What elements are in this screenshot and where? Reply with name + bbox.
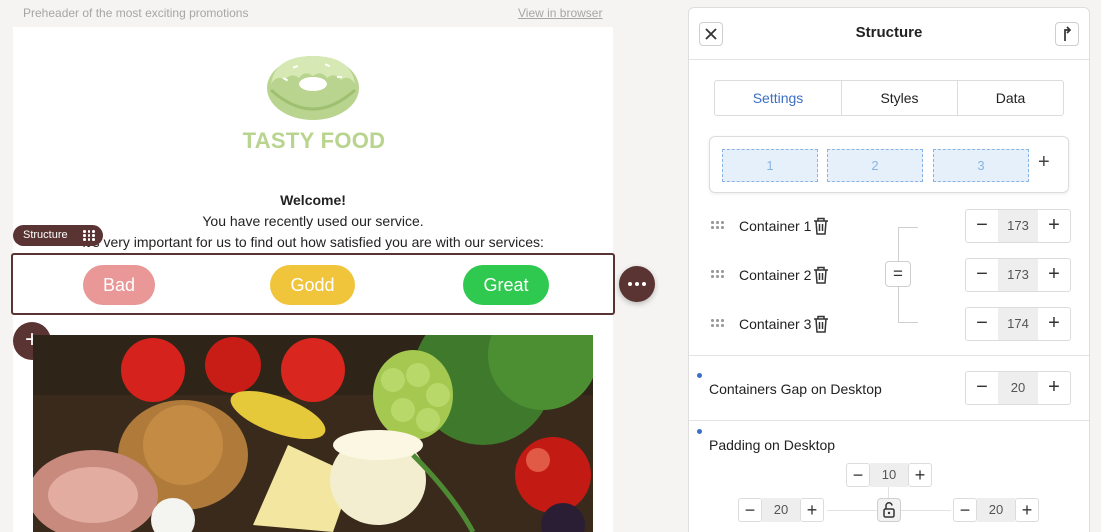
preheader-text: Preheader of the most exciting promotion… [23, 6, 249, 20]
padding-right-stepper: − 20 + [953, 498, 1039, 522]
select-parent-button[interactable] [1055, 22, 1079, 46]
tab-styles[interactable]: Styles [842, 81, 958, 115]
body-text-line-1: You have recently used our service. [202, 213, 424, 229]
drag-grip-icon[interactable] [83, 230, 95, 241]
increment-button[interactable]: + [1038, 259, 1070, 291]
padding-left-stepper: − 20 + [738, 498, 824, 522]
padding-label: Padding on Desktop [709, 437, 836, 453]
container-2-width-stepper: − 173 + [965, 258, 1071, 292]
container-label: Container 1 [739, 218, 812, 234]
padding-right-value[interactable]: 20 [977, 498, 1015, 522]
padding-connector [827, 510, 877, 511]
container-label: Container 2 [739, 267, 812, 283]
increment-button[interactable]: + [1038, 372, 1070, 404]
drag-handle-icon[interactable] [711, 221, 725, 230]
padding-connector [901, 510, 951, 511]
width-value[interactable]: 173 [998, 259, 1038, 291]
more-options-button[interactable] [619, 266, 655, 302]
panel-title: Structure [855, 24, 923, 41]
padding-connector [888, 486, 889, 498]
tab-data[interactable]: Data [958, 81, 1063, 115]
selected-structure-row[interactable]: Bad Godd Great [11, 253, 615, 315]
food-illustration [33, 335, 593, 532]
body-text-line-2: It's very important for us to find out h… [82, 234, 544, 250]
great-button[interactable]: Great [463, 265, 549, 305]
decrement-button[interactable]: − [953, 498, 977, 522]
column-2-cell[interactable]: 2 [827, 149, 923, 182]
column-1-cell[interactable]: 1 [722, 149, 818, 182]
container-1-width-stepper: − 173 + [965, 209, 1071, 243]
food-photo [33, 335, 593, 532]
section-divider [689, 355, 1089, 356]
tasty-food-logo: TASTY FOOD [237, 48, 391, 158]
increment-button[interactable]: + [1038, 210, 1070, 242]
donut-icon [267, 56, 359, 120]
modified-indicator-dot [697, 373, 702, 378]
panel-header: Structure [689, 8, 1089, 60]
tab-settings[interactable]: Settings [715, 81, 842, 115]
container-row-3: Container 3 − 174 + [689, 307, 1089, 341]
logo-text: TASTY FOOD [242, 128, 386, 153]
trash-icon[interactable] [812, 314, 830, 334]
increment-button[interactable]: + [1038, 308, 1070, 340]
decrement-button[interactable]: − [966, 372, 998, 404]
padding-left-value[interactable]: 20 [762, 498, 800, 522]
drag-handle-icon[interactable] [711, 270, 725, 279]
decrement-button[interactable]: − [966, 210, 998, 242]
column-layout-selector: 1 2 3 + [709, 136, 1069, 193]
trash-icon[interactable] [812, 265, 830, 285]
width-value[interactable]: 174 [998, 308, 1038, 340]
increment-button[interactable]: + [908, 463, 932, 487]
decrement-button[interactable]: − [966, 308, 998, 340]
increment-button[interactable]: + [1015, 498, 1039, 522]
containers-gap-stepper: − 20 + [965, 371, 1071, 405]
container-3-width-stepper: − 174 + [965, 307, 1071, 341]
trash-icon[interactable] [812, 216, 830, 236]
container-row-1: Container 1 − 173 + [689, 209, 1089, 243]
container-label: Container 3 [739, 316, 812, 332]
equalize-widths-button[interactable]: = [885, 261, 911, 287]
decrement-button[interactable]: − [846, 463, 870, 487]
unlock-icon [883, 502, 895, 518]
view-in-browser-link[interactable]: View in browser [518, 6, 602, 20]
add-column-button[interactable]: + [1038, 151, 1050, 174]
column-3-cell[interactable]: 3 [933, 149, 1029, 182]
padding-top-stepper: − 10 + [846, 463, 932, 487]
increment-button[interactable]: + [800, 498, 824, 522]
decrement-button[interactable]: − [738, 498, 762, 522]
modified-indicator-dot [697, 429, 702, 434]
padding-top-value[interactable]: 10 [870, 463, 908, 487]
gap-value[interactable]: 20 [998, 372, 1038, 404]
drag-handle-icon[interactable] [711, 319, 725, 328]
decrement-button[interactable]: − [966, 259, 998, 291]
arrow-up-parent-icon [1064, 26, 1072, 41]
gap-label: Containers Gap on Desktop [709, 381, 882, 397]
structure-tag[interactable]: Structure [13, 225, 103, 246]
width-value[interactable]: 173 [998, 210, 1038, 242]
godd-button[interactable]: Godd [270, 265, 355, 305]
bad-button[interactable]: Bad [83, 265, 155, 305]
panel-tabs: Settings Styles Data [714, 80, 1064, 116]
section-divider [689, 420, 1089, 421]
structure-tag-label: Structure [23, 229, 68, 241]
structure-settings-panel: Structure Settings Styles Data 1 2 3 + C… [688, 7, 1090, 532]
welcome-heading: Welcome! [280, 192, 346, 208]
padding-lock-button[interactable] [877, 498, 901, 522]
